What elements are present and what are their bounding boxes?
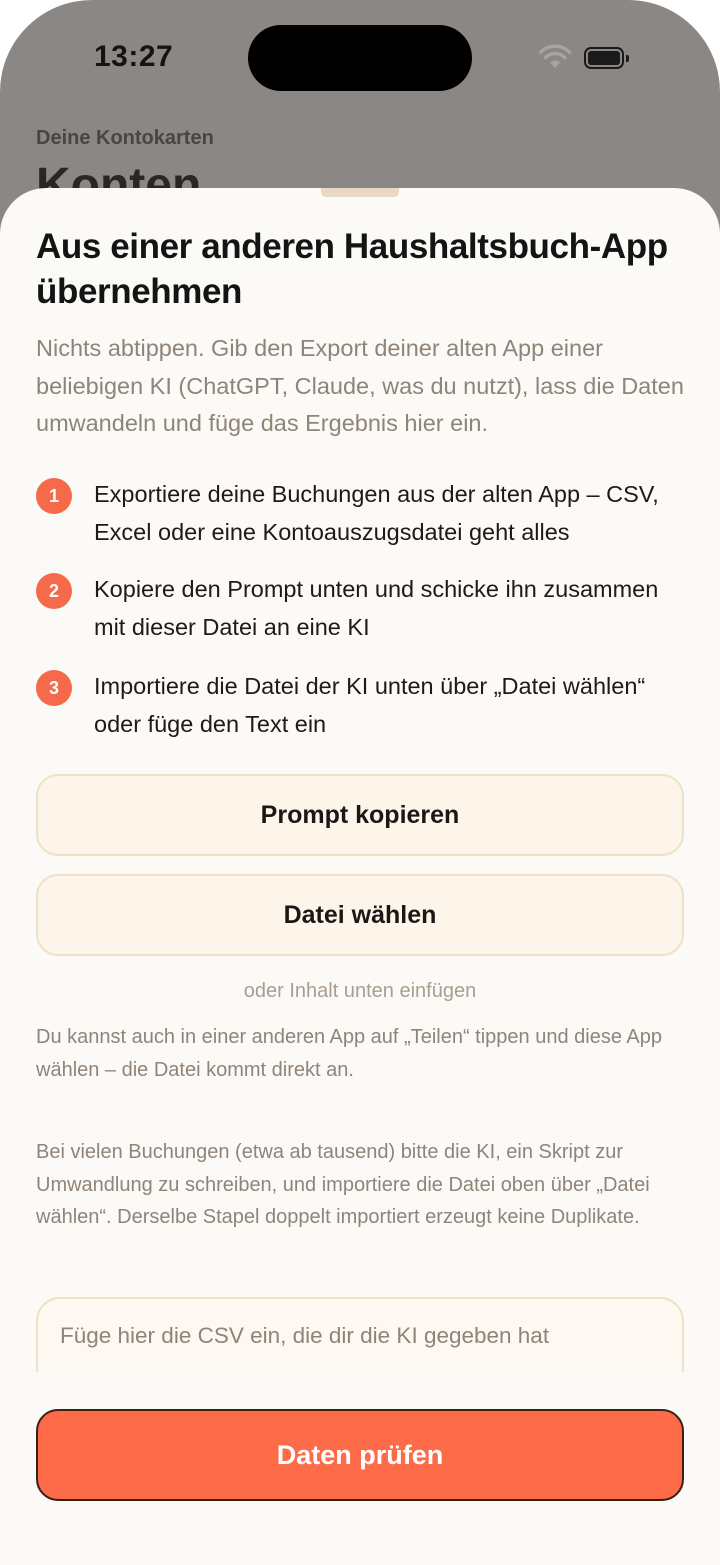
csv-input-placeholder: Füge hier die CSV ein, die dir die KI ge… <box>60 1323 550 1348</box>
step-number-badge: 1 <box>36 478 72 514</box>
paste-hint: oder Inhalt unten einfügen <box>243 980 477 1002</box>
battery-icon <box>584 47 629 69</box>
step-text: Kopiere den Prompt unten und schicke ihn… <box>94 576 659 640</box>
sheet-grabber[interactable] <box>321 188 399 197</box>
choose-file-button[interactable]: Datei wählen <box>36 874 684 956</box>
step-number-badge: 2 <box>36 573 72 609</box>
step-number-badge: 3 <box>36 670 72 706</box>
step-text: Exportiere deine Buchungen aus der alten… <box>94 481 659 545</box>
step-text: Importiere die Datei der KI unten über „… <box>94 673 646 737</box>
bulk-import-note: Bei vielen Buchungen (etwa ab tausend) b… <box>36 1141 650 1228</box>
share-note: Du kannst auch in einer anderen App auf … <box>36 1026 662 1081</box>
check-data-button[interactable]: Daten prüfen <box>36 1409 684 1501</box>
background-subtitle: Deine Kontokarten <box>36 127 214 149</box>
intro-text: Nichts abtippen. Gib den Export deiner a… <box>36 335 684 436</box>
dynamic-island <box>248 25 472 91</box>
copy-prompt-button[interactable]: Prompt kopieren <box>36 774 684 856</box>
wifi-icon <box>538 44 572 68</box>
device-screen: 13:27 Deine Kontokarten Konten Aus einer… <box>0 0 720 1565</box>
sheet-title: Aus einer anderen Haushaltsbuch-App über… <box>36 227 668 311</box>
import-sheet: Aus einer anderen Haushaltsbuch-App über… <box>0 188 720 1565</box>
status-time: 13:27 <box>94 40 174 73</box>
